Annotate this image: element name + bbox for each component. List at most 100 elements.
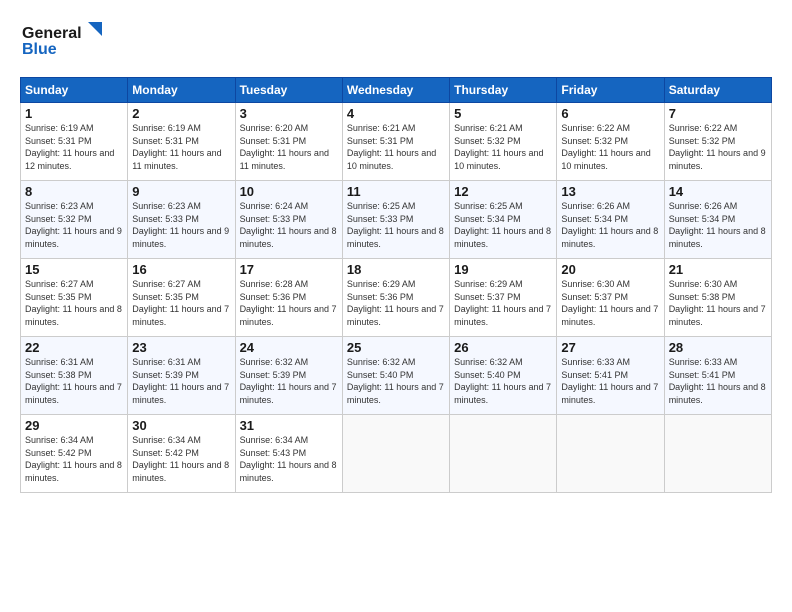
sunset-label: Sunset: 5:31 PM [347, 136, 414, 146]
daylight-label: Daylight: 11 hours and 7 minutes. [561, 304, 658, 327]
day-info: Sunrise: 6:29 AM Sunset: 5:37 PM Dayligh… [454, 278, 552, 328]
sunrise-label: Sunrise: 6:25 AM [347, 201, 416, 211]
sunset-label: Sunset: 5:31 PM [132, 136, 199, 146]
sunrise-label: Sunrise: 6:23 AM [132, 201, 201, 211]
day-number: 25 [347, 340, 445, 355]
day-info: Sunrise: 6:29 AM Sunset: 5:36 PM Dayligh… [347, 278, 445, 328]
day-number: 16 [132, 262, 230, 277]
sunrise-label: Sunrise: 6:32 AM [240, 357, 309, 367]
day-number: 28 [669, 340, 767, 355]
day-info: Sunrise: 6:25 AM Sunset: 5:33 PM Dayligh… [347, 200, 445, 250]
sunset-label: Sunset: 5:42 PM [132, 448, 199, 458]
calendar-cell: 11 Sunrise: 6:25 AM Sunset: 5:33 PM Dayl… [342, 181, 449, 259]
calendar-cell: 25 Sunrise: 6:32 AM Sunset: 5:40 PM Dayl… [342, 337, 449, 415]
week-row-3: 15 Sunrise: 6:27 AM Sunset: 5:35 PM Dayl… [21, 259, 772, 337]
day-info: Sunrise: 6:31 AM Sunset: 5:39 PM Dayligh… [132, 356, 230, 406]
calendar-cell: 18 Sunrise: 6:29 AM Sunset: 5:36 PM Dayl… [342, 259, 449, 337]
calendar-cell: 24 Sunrise: 6:32 AM Sunset: 5:39 PM Dayl… [235, 337, 342, 415]
day-info: Sunrise: 6:21 AM Sunset: 5:31 PM Dayligh… [347, 122, 445, 172]
weekday-header-row: SundayMondayTuesdayWednesdayThursdayFrid… [21, 78, 772, 103]
daylight-label: Daylight: 11 hours and 9 minutes. [669, 148, 766, 171]
daylight-label: Daylight: 11 hours and 8 minutes. [132, 460, 229, 483]
sunrise-label: Sunrise: 6:22 AM [669, 123, 738, 133]
calendar-cell: 6 Sunrise: 6:22 AM Sunset: 5:32 PM Dayli… [557, 103, 664, 181]
calendar-cell [557, 415, 664, 493]
calendar-cell: 14 Sunrise: 6:26 AM Sunset: 5:34 PM Dayl… [664, 181, 771, 259]
calendar-cell: 5 Sunrise: 6:21 AM Sunset: 5:32 PM Dayli… [450, 103, 557, 181]
day-number: 9 [132, 184, 230, 199]
calendar-cell: 4 Sunrise: 6:21 AM Sunset: 5:31 PM Dayli… [342, 103, 449, 181]
calendar-cell: 29 Sunrise: 6:34 AM Sunset: 5:42 PM Dayl… [21, 415, 128, 493]
day-info: Sunrise: 6:30 AM Sunset: 5:38 PM Dayligh… [669, 278, 767, 328]
calendar-cell: 9 Sunrise: 6:23 AM Sunset: 5:33 PM Dayli… [128, 181, 235, 259]
sunset-label: Sunset: 5:40 PM [454, 370, 521, 380]
day-info: Sunrise: 6:27 AM Sunset: 5:35 PM Dayligh… [25, 278, 123, 328]
day-number: 21 [669, 262, 767, 277]
weekday-header-thursday: Thursday [450, 78, 557, 103]
calendar-cell: 19 Sunrise: 6:29 AM Sunset: 5:37 PM Dayl… [450, 259, 557, 337]
calendar-cell: 10 Sunrise: 6:24 AM Sunset: 5:33 PM Dayl… [235, 181, 342, 259]
sunrise-label: Sunrise: 6:27 AM [25, 279, 94, 289]
daylight-label: Daylight: 11 hours and 7 minutes. [454, 382, 551, 405]
day-number: 22 [25, 340, 123, 355]
sunrise-label: Sunrise: 6:21 AM [454, 123, 523, 133]
day-number: 26 [454, 340, 552, 355]
calendar-cell: 16 Sunrise: 6:27 AM Sunset: 5:35 PM Dayl… [128, 259, 235, 337]
day-info: Sunrise: 6:31 AM Sunset: 5:38 PM Dayligh… [25, 356, 123, 406]
weekday-header-monday: Monday [128, 78, 235, 103]
sunset-label: Sunset: 5:34 PM [561, 214, 628, 224]
day-number: 11 [347, 184, 445, 199]
day-info: Sunrise: 6:23 AM Sunset: 5:33 PM Dayligh… [132, 200, 230, 250]
sunset-label: Sunset: 5:33 PM [347, 214, 414, 224]
day-info: Sunrise: 6:34 AM Sunset: 5:42 PM Dayligh… [25, 434, 123, 484]
calendar-cell: 31 Sunrise: 6:34 AM Sunset: 5:43 PM Dayl… [235, 415, 342, 493]
sunrise-label: Sunrise: 6:24 AM [240, 201, 309, 211]
sunrise-label: Sunrise: 6:32 AM [454, 357, 523, 367]
sunset-label: Sunset: 5:37 PM [454, 292, 521, 302]
day-number: 17 [240, 262, 338, 277]
day-info: Sunrise: 6:23 AM Sunset: 5:32 PM Dayligh… [25, 200, 123, 250]
calendar-cell: 17 Sunrise: 6:28 AM Sunset: 5:36 PM Dayl… [235, 259, 342, 337]
calendar-cell: 30 Sunrise: 6:34 AM Sunset: 5:42 PM Dayl… [128, 415, 235, 493]
daylight-label: Daylight: 11 hours and 12 minutes. [25, 148, 114, 171]
day-info: Sunrise: 6:32 AM Sunset: 5:40 PM Dayligh… [347, 356, 445, 406]
daylight-label: Daylight: 11 hours and 7 minutes. [132, 304, 229, 327]
daylight-label: Daylight: 11 hours and 7 minutes. [561, 382, 658, 405]
svg-text:Blue: Blue [22, 41, 57, 58]
day-info: Sunrise: 6:34 AM Sunset: 5:42 PM Dayligh… [132, 434, 230, 484]
sunset-label: Sunset: 5:35 PM [25, 292, 92, 302]
sunset-label: Sunset: 5:33 PM [240, 214, 307, 224]
daylight-label: Daylight: 11 hours and 7 minutes. [347, 382, 444, 405]
day-info: Sunrise: 6:19 AM Sunset: 5:31 PM Dayligh… [132, 122, 230, 172]
calendar-cell [450, 415, 557, 493]
sunset-label: Sunset: 5:32 PM [561, 136, 628, 146]
day-number: 29 [25, 418, 123, 433]
weekday-header-tuesday: Tuesday [235, 78, 342, 103]
calendar-cell: 7 Sunrise: 6:22 AM Sunset: 5:32 PM Dayli… [664, 103, 771, 181]
weekday-header-friday: Friday [557, 78, 664, 103]
sunrise-label: Sunrise: 6:19 AM [25, 123, 94, 133]
daylight-label: Daylight: 11 hours and 7 minutes. [132, 382, 229, 405]
sunset-label: Sunset: 5:35 PM [132, 292, 199, 302]
day-info: Sunrise: 6:26 AM Sunset: 5:34 PM Dayligh… [669, 200, 767, 250]
day-number: 12 [454, 184, 552, 199]
day-info: Sunrise: 6:20 AM Sunset: 5:31 PM Dayligh… [240, 122, 338, 172]
day-info: Sunrise: 6:34 AM Sunset: 5:43 PM Dayligh… [240, 434, 338, 484]
sunset-label: Sunset: 5:32 PM [25, 214, 92, 224]
daylight-label: Daylight: 11 hours and 7 minutes. [25, 382, 122, 405]
sunrise-label: Sunrise: 6:31 AM [25, 357, 94, 367]
day-number: 5 [454, 106, 552, 121]
daylight-label: Daylight: 11 hours and 8 minutes. [347, 226, 444, 249]
calendar-cell: 12 Sunrise: 6:25 AM Sunset: 5:34 PM Dayl… [450, 181, 557, 259]
sunset-label: Sunset: 5:34 PM [669, 214, 736, 224]
daylight-label: Daylight: 11 hours and 7 minutes. [240, 382, 337, 405]
calendar-cell: 21 Sunrise: 6:30 AM Sunset: 5:38 PM Dayl… [664, 259, 771, 337]
sunset-label: Sunset: 5:39 PM [240, 370, 307, 380]
day-number: 19 [454, 262, 552, 277]
page: General Blue SundayMondayTuesdayWednesda… [0, 0, 792, 612]
day-number: 24 [240, 340, 338, 355]
sunset-label: Sunset: 5:37 PM [561, 292, 628, 302]
sunset-label: Sunset: 5:41 PM [669, 370, 736, 380]
day-info: Sunrise: 6:32 AM Sunset: 5:40 PM Dayligh… [454, 356, 552, 406]
logo-text: General Blue [20, 18, 110, 67]
